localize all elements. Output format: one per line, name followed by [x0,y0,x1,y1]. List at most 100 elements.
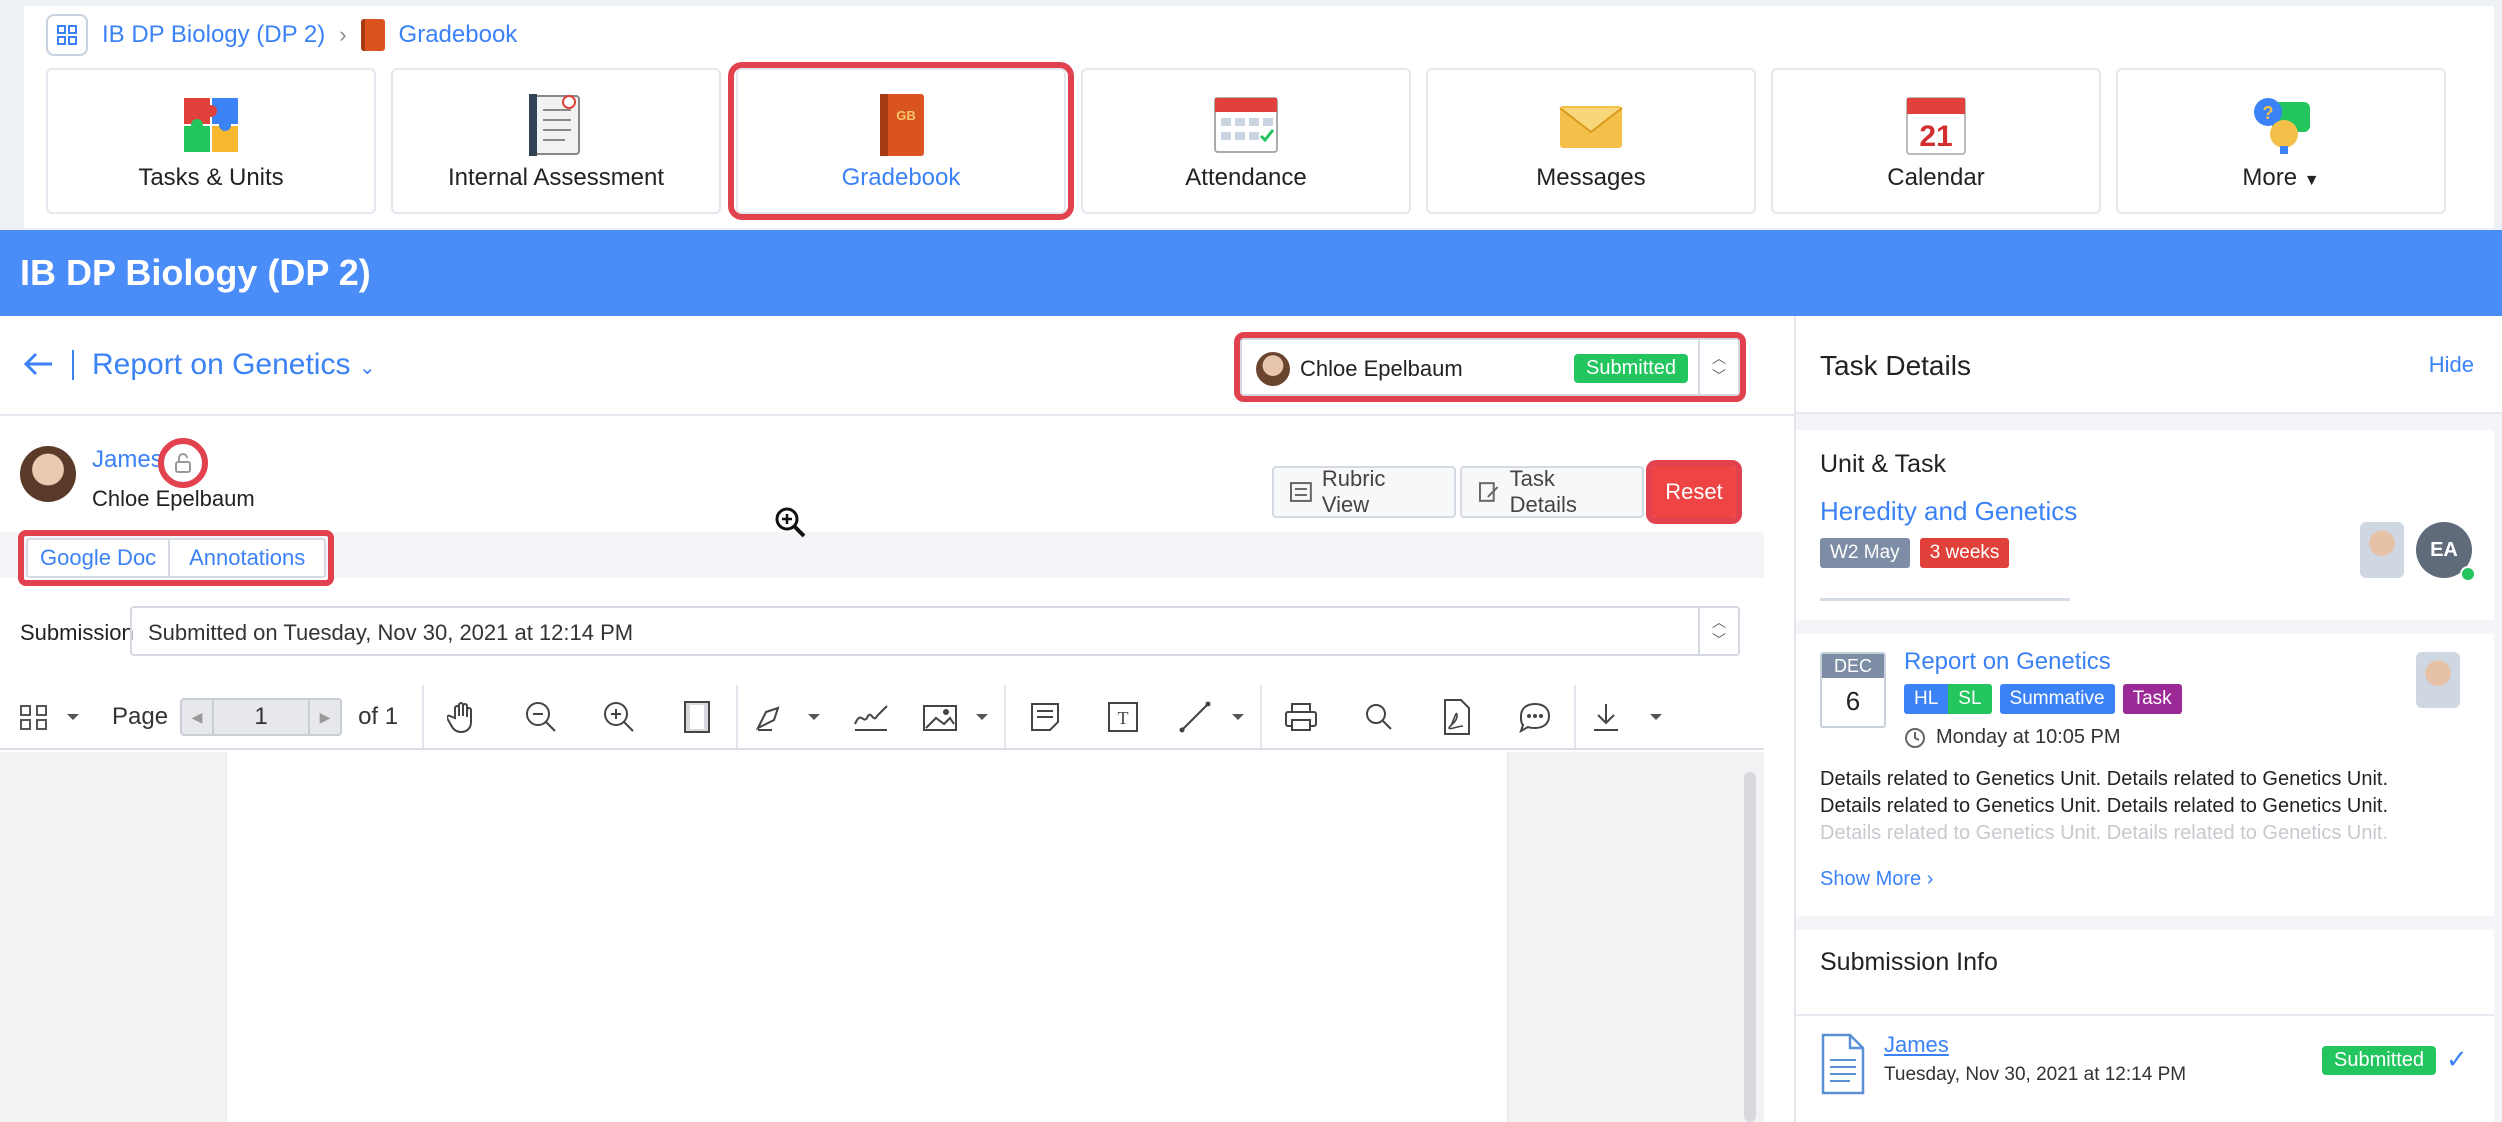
hl-tag: HL [1904,684,1949,714]
app-tiles: Tasks & Units Internal Assessment GB Gra… [46,62,2461,220]
clipboard-icon [529,94,580,156]
due-date-box: DEC 6 [1820,652,1886,728]
tile-tasks-units[interactable]: Tasks & Units [46,68,376,214]
tile-messages[interactable]: Messages [1426,68,1756,214]
download-icon[interactable] [1576,685,1676,749]
status-badge: Submitted [2322,1046,2437,1075]
next-page-icon[interactable]: ▶ [310,700,340,734]
unit-task-card: Unit & Task Heredity and Genetics W2 May… [1796,430,2494,620]
reset-button[interactable]: Reset [1646,460,1742,524]
chevron-down-icon: ﹀ [1712,632,1726,648]
unit-link[interactable]: Heredity and Genetics [1820,496,2077,527]
show-more-link[interactable]: Show More › [1820,868,1933,891]
apps-grid-icon[interactable] [46,14,88,56]
student-picker[interactable]: Chloe Epelbaum Submitted ︿ ﹀ [1234,332,1746,402]
pan-hand-icon[interactable] [424,685,502,749]
calendar-icon: 21 [1906,97,1966,155]
unit-progress-bar [1820,598,2070,601]
tile-label: Attendance [1185,164,1307,191]
task-title-dropdown[interactable]: Report on Genetics ⌄ [92,348,376,382]
tile-gradebook[interactable]: GB Gradebook [728,62,1074,220]
image-icon[interactable] [906,685,1004,749]
pdf-file-icon[interactable] [1418,685,1496,749]
highlight-pen-icon[interactable] [738,685,836,749]
student-stepper[interactable]: ︿ ﹀ [1698,340,1738,394]
comment-icon[interactable] [1496,685,1574,749]
task-header: Report on Genetics ⌄ Chloe Epelbaum Subm… [0,316,1796,416]
tab-annotations[interactable]: Annotations [168,540,324,576]
gradebook-icon: GB [880,94,924,156]
vertical-scrollbar[interactable] [1744,772,1756,1122]
line-tool-icon[interactable] [1162,685,1260,749]
avatar [1256,352,1290,386]
submission-info-card: Submission Info James Tuesday, Nov 30, 2… [1796,930,2494,1122]
breadcrumb-page[interactable]: Gradebook [399,21,518,49]
submission-label: Submission [20,620,134,645]
breadcrumb: IB DP Biology (DP 2) › Gradebook [46,12,517,58]
envelope-icon [1559,106,1623,148]
text-box-icon[interactable]: T [1084,685,1162,749]
svg-text:GB: GB [896,108,916,123]
course-title: IB DP Biology (DP 2) [20,252,371,293]
top-navigation: IB DP Biology (DP 2) › Gradebook Tasks &… [0,0,2502,230]
page-count: of 1 [358,703,399,730]
thumbnails-icon[interactable] [0,685,100,749]
list-icon [1290,482,1312,502]
task-description: Details related to Genetics Unit. Detail… [1820,766,2470,847]
document-viewer[interactable] [0,752,1764,1122]
gradebook-small-icon [360,19,385,51]
tile-label: Tasks & Units [138,164,284,191]
description-line: Details related to Genetics Unit. Detail… [1820,795,2389,817]
avatar [20,446,76,502]
rubric-view-button[interactable]: Rubric View [1272,466,1456,518]
task-link[interactable]: Report on Genetics [1904,648,2111,676]
zoom-cursor-icon [774,506,808,545]
svg-text:21: 21 [1919,120,1952,153]
page-number-input[interactable]: 1 [212,700,311,734]
breadcrumb-course[interactable]: IB DP Biology (DP 2) [102,21,325,49]
week-tag: W2 May [1820,538,1910,568]
teacher-avatar[interactable] [2360,522,2404,578]
sl-tag: SL [1948,684,1992,714]
back-arrow-icon[interactable] [20,346,56,389]
search-icon[interactable] [1340,685,1418,749]
unlock-icon[interactable] [158,438,208,488]
due-time: Monday at 10:05 PM [1904,726,2121,749]
submission-stepper[interactable]: ︿ ﹀ [1698,608,1738,654]
online-indicator [2460,566,2476,582]
hide-link[interactable]: Hide [2429,352,2474,378]
more-icon: ? [2254,98,2310,154]
submission-file-link[interactable]: James [1884,1032,1949,1058]
task-details-button[interactable]: Task Details [1460,466,1644,518]
tile-more[interactable]: ? More ▼ [2116,68,2446,214]
unit-heading: Unit & Task [1820,450,1946,478]
teacher-avatar[interactable] [2416,652,2460,708]
picker-student-name: Chloe Epelbaum [1300,356,1463,381]
pdf-toolbar: Page ◀ 1 ▶ of 1 T [0,685,1764,750]
pdf-page [226,752,1508,1122]
submission-select[interactable]: Submitted on Tuesday, Nov 30, 2021 at 12… [130,606,1740,656]
sticky-note-icon[interactable] [1006,685,1084,749]
fit-page-icon[interactable] [658,685,736,749]
tile-attendance[interactable]: Attendance [1081,68,1411,214]
task-details-panel: Task Details Hide Unit & Task Heredity a… [1794,316,2502,1122]
zoom-in-icon[interactable] [580,685,658,749]
tile-label-more: More ▼ [2242,164,2320,191]
zoom-out-icon[interactable] [502,685,580,749]
tile-internal-assessment[interactable]: Internal Assessment [391,68,721,214]
course-title-bar: IB DP Biology (DP 2) [0,230,2502,316]
tile-label: Gradebook [841,164,961,191]
submission-viewer-pane: Report on Genetics ⌄ Chloe Epelbaum Subm… [0,316,1796,1122]
due-day: 6 [1845,686,1861,716]
print-icon[interactable] [1262,685,1340,749]
submission-row: Submission Submitted on Tuesday, Nov 30,… [0,606,1764,658]
view-tabs: Google Doc Annotations [17,530,335,586]
student-link[interactable]: James [92,446,163,474]
prev-page-icon[interactable]: ◀ [182,700,212,734]
tab-google-doc[interactable]: Google Doc [28,540,168,576]
student-full-name: Chloe Epelbaum [92,486,255,511]
chevron-down-icon: ⌄ [358,357,376,379]
signature-icon[interactable] [836,685,906,749]
tile-calendar[interactable]: 21 Calendar [1771,68,2101,214]
description-line: Details related to Genetics Unit. Detail… [1820,768,2389,790]
